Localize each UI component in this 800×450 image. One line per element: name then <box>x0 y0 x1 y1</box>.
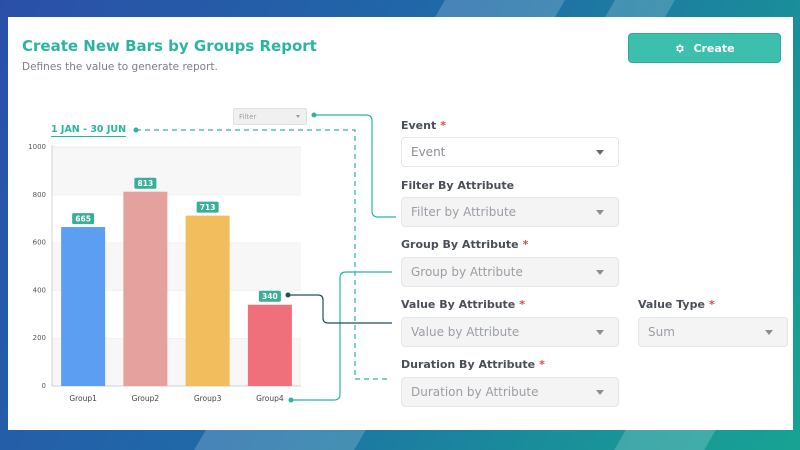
x-tick-label: Group1 <box>69 394 97 403</box>
bar <box>123 191 168 386</box>
y-tick-label: 400 <box>33 286 46 294</box>
filter-by-label: Filter By Attribute <box>401 179 515 192</box>
grid-band <box>52 147 301 195</box>
report-card: Create New Bars by Groups Report Defines… <box>8 17 793 430</box>
background-shape <box>435 0 565 17</box>
y-tick-label: 0 <box>42 382 46 390</box>
chevron-down-icon <box>596 209 604 215</box>
y-tick-label: 200 <box>33 334 46 342</box>
y-tick-label: 1000 <box>28 143 46 151</box>
bar <box>247 304 292 386</box>
data-label: 713 <box>200 203 216 212</box>
group-by-select-value: Group by Attribute <box>411 265 523 279</box>
event-label: Event * <box>401 119 446 132</box>
value-by-label: Value By Attribute * <box>401 298 526 311</box>
value-type-select[interactable]: Sum <box>638 317 788 347</box>
duration-by-select-value: Duration by Attribute <box>411 385 539 399</box>
duration-by-label: Duration By Attribute * <box>401 358 545 371</box>
value-type-select-value: Sum <box>648 325 675 339</box>
data-label: 813 <box>138 179 154 188</box>
y-tick-label: 600 <box>33 239 46 247</box>
chevron-down-icon <box>596 389 604 395</box>
background-shape <box>194 430 366 450</box>
x-tick-label: Group2 <box>132 394 160 403</box>
background-shape <box>605 0 675 17</box>
x-tick-label: Group3 <box>194 394 222 403</box>
value-by-select[interactable]: Value by Attribute <box>401 317 619 347</box>
background-shape <box>614 430 716 450</box>
value-type-label: Value Type * <box>638 298 715 311</box>
event-select[interactable]: Event <box>401 137 619 167</box>
x-tick-label: Group4 <box>256 394 284 403</box>
bar <box>61 227 106 386</box>
data-label: 340 <box>262 292 278 301</box>
filter-by-select[interactable]: Filter by Attribute <box>401 197 619 227</box>
value-by-select-value: Value by Attribute <box>411 325 520 339</box>
group-by-label: Group By Attribute * <box>401 238 529 251</box>
group-by-select[interactable]: Group by Attribute <box>401 257 619 287</box>
event-select-value: Event <box>411 145 446 159</box>
chevron-down-icon <box>596 329 604 335</box>
y-tick-label: 800 <box>33 191 46 199</box>
duration-by-select[interactable]: Duration by Attribute <box>401 377 619 407</box>
bar <box>185 215 230 386</box>
chevron-down-icon <box>596 149 604 155</box>
chevron-down-icon <box>596 269 604 275</box>
data-label: 665 <box>75 215 91 224</box>
filter-by-select-value: Filter by Attribute <box>411 205 517 219</box>
chevron-down-icon <box>765 329 773 335</box>
